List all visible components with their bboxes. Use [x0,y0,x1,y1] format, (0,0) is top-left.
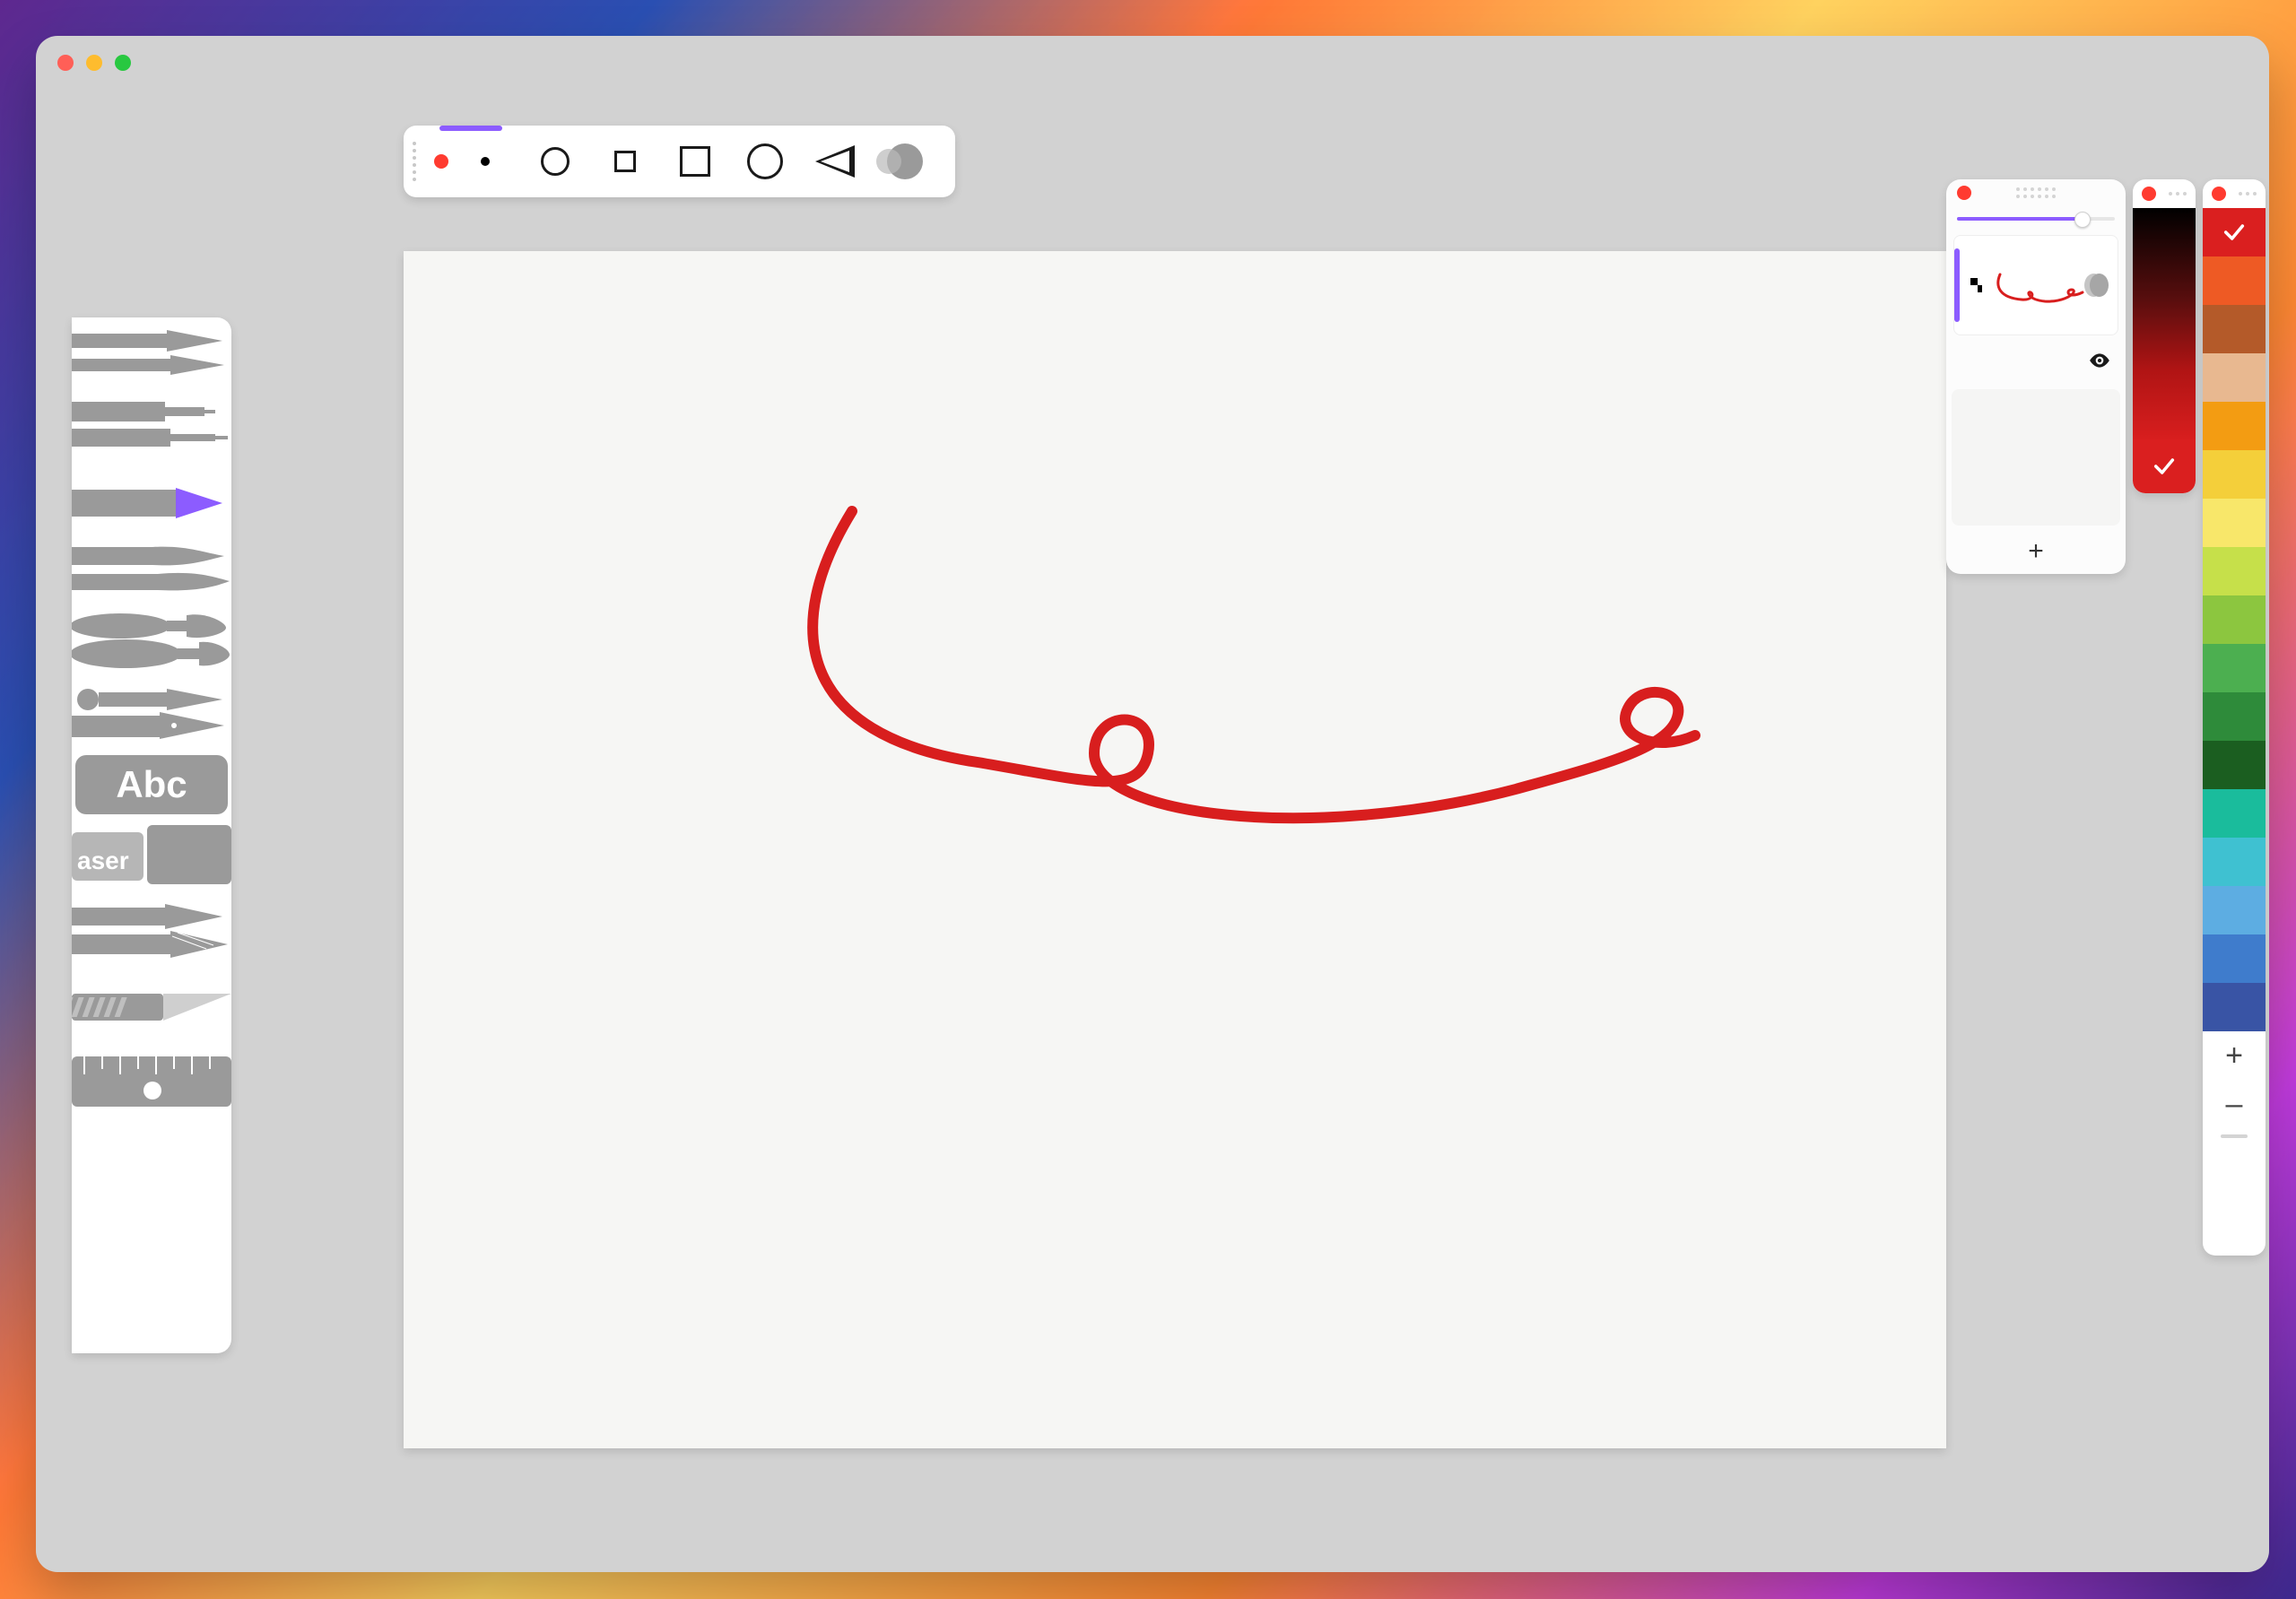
tool-cutter[interactable] [72,967,231,1038]
minimize-button[interactable] [86,55,102,71]
panel-pin-icon[interactable] [1957,186,1971,200]
color-swatch[interactable] [2203,450,2266,499]
brush-size-3[interactable] [596,136,655,187]
titlebar [36,36,2269,90]
color-swatch[interactable] [2203,353,2266,402]
color-gradient-panel[interactable] [2133,179,2196,493]
color-swatch[interactable] [2203,547,2266,595]
color-swatch[interactable] [2203,499,2266,547]
brush-size-5[interactable] [735,136,795,187]
brush-size-accent [439,126,502,131]
color-swatch[interactable] [2203,208,2266,256]
color-swatch[interactable] [2203,934,2266,983]
tool-fountain-pen[interactable] [72,676,231,748]
color-swatch[interactable] [2203,886,2266,934]
brush-size-6[interactable] [805,136,865,187]
visibility-icon[interactable] [2088,349,2111,372]
color-swatch[interactable] [2203,692,2266,741]
color-swatch[interactable] [2203,741,2266,789]
brush-size-2[interactable] [526,136,585,187]
color-swatch[interactable] [2203,595,2266,644]
color-swatch-panel[interactable]: + – [2203,179,2266,1256]
app-window: Abc aser [36,36,2269,1572]
check-icon [2152,454,2177,479]
traffic-lights [57,55,131,71]
text-tool-label: Abc [116,763,187,806]
color-swatch[interactable] [2203,838,2266,886]
layer-opacity-slider[interactable] [1957,208,2115,230]
brush-size-panel[interactable] [404,126,955,197]
color-swatch[interactable] [2203,402,2266,450]
add-swatch-button[interactable]: + [2203,1031,2266,1080]
layer-selection-indicator [1954,248,1960,322]
canvas-stroke [404,251,1946,1448]
layers-header[interactable] [1946,179,2126,206]
add-layer-button[interactable]: + [1946,529,2126,574]
brush-size-1[interactable] [456,136,515,187]
panel-pin-icon[interactable] [2212,187,2226,201]
tool-technical-pen[interactable] [72,389,231,461]
color-swatch[interactable] [2203,305,2266,353]
tool-pencil[interactable] [72,317,231,389]
current-color-swatch[interactable] [2133,439,2196,493]
brush-size-7[interactable] [875,136,935,187]
layer-thumbnail-1[interactable] [1953,235,2118,335]
color-swatch[interactable] [2203,256,2266,305]
tool-marker-selected[interactable] [72,461,231,533]
tool-paint-brush[interactable] [72,604,231,676]
layer-alpha-icon [1970,278,1982,292]
tool-palette: Abc aser [72,317,231,1353]
remove-swatch-button[interactable]: – [2203,1080,2266,1128]
close-button[interactable] [57,55,74,71]
color-gradient-strip[interactable] [2133,208,2196,439]
panel-pin-icon[interactable] [2142,187,2156,201]
layers-panel[interactable]: + [1946,179,2126,574]
eraser-label: aser [77,847,129,875]
brush-size-4[interactable] [665,136,725,187]
check-icon [2222,220,2247,245]
layer-visibility-row [1946,335,2126,386]
layer-background-thumbnail[interactable] [1952,389,2120,526]
layer-blend-icon[interactable] [2090,274,2109,297]
panel-grip-icon[interactable] [2016,187,2056,198]
swatch-list [2203,208,2266,1031]
tool-eraser[interactable]: aser [72,814,231,895]
color-swatch[interactable] [2203,983,2266,1031]
tool-brush-pen[interactable] [72,533,231,604]
color-swatch[interactable] [2203,644,2266,692]
fullscreen-button[interactable] [115,55,131,71]
tool-text[interactable]: Abc [75,755,228,814]
layer-preview [1982,251,2090,320]
tool-ruler[interactable] [72,1038,231,1119]
drawing-canvas[interactable] [404,251,1946,1448]
panel-resize-handle[interactable] [2203,1128,2266,1144]
panel-pin-icon[interactable] [434,154,448,169]
color-swatch[interactable] [2203,789,2266,838]
panel-grip[interactable] [413,136,429,187]
tool-blender[interactable] [72,895,231,967]
brush-size-options [456,136,935,187]
